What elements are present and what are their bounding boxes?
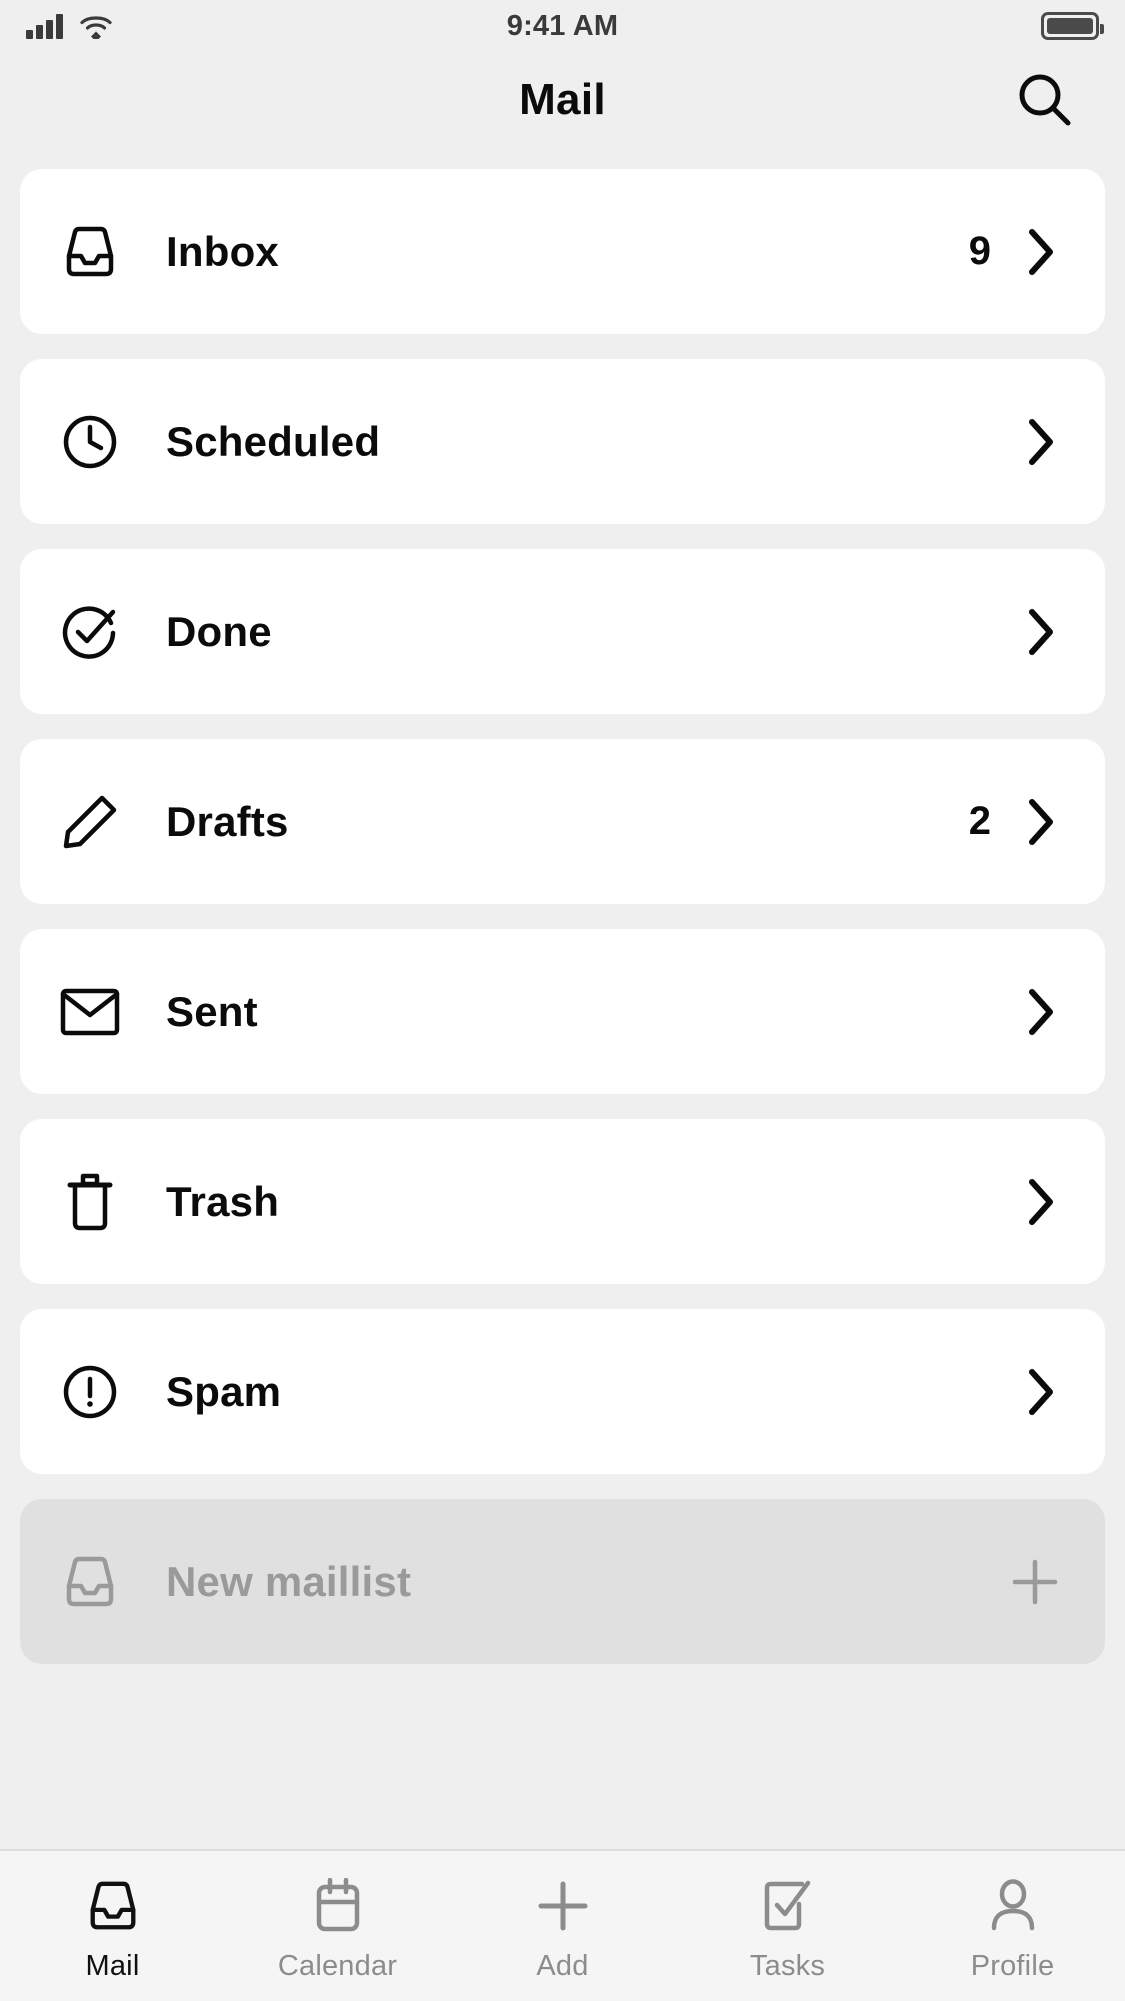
status-bar-left (26, 13, 113, 39)
search-button[interactable] (1013, 68, 1077, 132)
tab-label: Add (536, 1949, 589, 1982)
clock-icon (60, 412, 120, 472)
mailbox-row-done[interactable]: Done (20, 549, 1105, 714)
chevron-right-icon (1021, 1176, 1061, 1228)
mailbox-label: Sent (166, 987, 258, 1035)
tab-mail[interactable]: Mail (0, 1851, 225, 2001)
mailbox-row-scheduled[interactable]: Scheduled (20, 359, 1105, 524)
mailbox-row-trash[interactable]: Trash (20, 1119, 1105, 1284)
mailbox-label: Spam (166, 1367, 282, 1415)
page-header: Mail (0, 52, 1125, 148)
mailbox-row-spam[interactable]: Spam (20, 1309, 1105, 1474)
new-maillist-row[interactable]: New maillist (20, 1499, 1105, 1664)
tab-add[interactable]: Add (450, 1851, 675, 2001)
plus-icon (535, 1876, 591, 1936)
mailbox-label: Inbox (166, 227, 279, 275)
chevron-right-icon (1021, 796, 1061, 848)
tasks-icon (761, 1876, 815, 1936)
person-icon (987, 1876, 1039, 1936)
check-circle-icon (60, 602, 120, 662)
inbox-icon (60, 222, 120, 282)
inbox-icon (60, 1552, 120, 1612)
chevron-right-icon (1021, 1366, 1061, 1418)
mailbox-row-sent[interactable]: Sent (20, 929, 1105, 1094)
plus-icon[interactable] (1009, 1556, 1061, 1608)
status-bar: 9:41 AM (0, 0, 1125, 52)
tab-label: Mail (85, 1949, 140, 1982)
mailbox-list: Inbox 9 Scheduled Done Drafts 2 Sent Tra… (0, 148, 1125, 1849)
bottom-tab-bar: Mail Calendar Add Tasks Profile (0, 1849, 1125, 2001)
tab-label: Profile (970, 1949, 1055, 1982)
mailbox-label: Done (166, 607, 272, 655)
page-title: Mail (519, 75, 606, 124)
battery-icon (1041, 12, 1104, 40)
chevron-right-icon (1021, 226, 1061, 278)
calendar-icon (313, 1876, 363, 1936)
mailbox-badge: 2 (968, 799, 991, 843)
tab-label: Tasks (749, 1949, 826, 1982)
trash-icon (60, 1172, 120, 1232)
tab-profile[interactable]: Profile (900, 1851, 1125, 2001)
chevron-right-icon (1021, 416, 1061, 468)
new-maillist-label: New maillist (166, 1557, 412, 1605)
alert-circle-icon (60, 1362, 120, 1422)
mail-app-screen: 9:41 AM Mail Inbox 9 Scheduled Done Draf… (0, 0, 1125, 2001)
tab-label: Calendar (277, 1949, 398, 1982)
chevron-right-icon (1021, 986, 1061, 1038)
mailbox-label: Trash (166, 1177, 280, 1225)
search-icon (1019, 74, 1071, 126)
tab-tasks[interactable]: Tasks (675, 1851, 900, 2001)
tab-calendar[interactable]: Calendar (225, 1851, 450, 2001)
pencil-icon (60, 792, 120, 852)
mailbox-label: Scheduled (166, 417, 381, 465)
mailbox-row-inbox[interactable]: Inbox 9 (20, 169, 1105, 334)
status-bar-time: 9:41 AM (506, 9, 619, 42)
mailbox-badge: 9 (968, 229, 991, 273)
cellular-signal-icon (26, 13, 63, 39)
envelope-icon (60, 982, 120, 1042)
status-bar-right (1041, 12, 1104, 40)
mailbox-label: Drafts (166, 797, 289, 845)
inbox-icon (85, 1876, 141, 1936)
wifi-icon (80, 16, 112, 39)
mailbox-row-drafts[interactable]: Drafts 2 (20, 739, 1105, 904)
chevron-right-icon (1021, 606, 1061, 658)
